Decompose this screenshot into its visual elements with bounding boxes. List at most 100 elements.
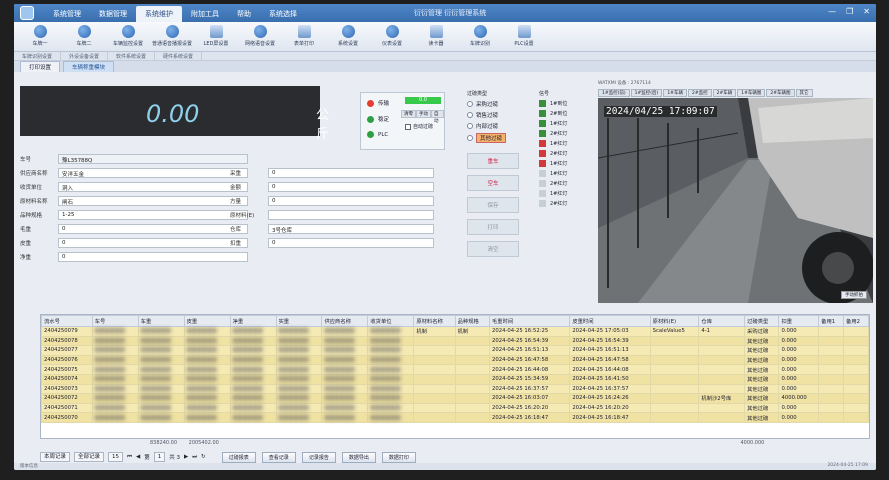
last-page-button[interactable]: ⏭ [192, 454, 197, 461]
table-row[interactable]: 2404250072 ■■■■■■ ■■■■■■ ■■■■■■ ■■■■■■ ■■■■■■… [41, 393, 869, 404]
report-button[interactable]: 记录报告 [301, 451, 336, 463]
action-button[interactable]: 空车 [467, 175, 519, 191]
ribbon-button[interactable]: 车牌一 [18, 25, 62, 51]
column-header[interactable]: 流水号 [41, 315, 93, 327]
field-input[interactable]: 安洋五金 [58, 168, 248, 178]
field-input[interactable]: 0 [268, 182, 434, 192]
field-input[interactable]: 0 [268, 238, 434, 248]
field-input[interactable]: 洞入 [58, 182, 248, 192]
table-row[interactable]: 2404250074 ■■■■■■ ■■■■■■ ■■■■■■ ■■■■■■ ■■■■■■… [41, 373, 869, 385]
table-row[interactable]: 2404250071 ■■■■■■ ■■■■■■ ■■■■■■ ■■■■■■ ■■■■■■… [41, 402, 869, 414]
ribbon-button[interactable]: 普通语音播报设置 [150, 25, 194, 51]
ribbon-button[interactable]: 仪表设置 [370, 25, 414, 51]
page-input[interactable]: 1 [153, 452, 166, 462]
table-row[interactable]: 2404250070 ■■■■■■ ■■■■■■ ■■■■■■ ■■■■■■ ■■■■■■… [41, 412, 869, 423]
action-button[interactable]: 清空 [467, 241, 519, 257]
column-header[interactable]: 净重 [229, 315, 277, 327]
menu-item[interactable]: 系统选择 [260, 6, 306, 22]
weigh-type-option[interactable]: 采购过磅 [467, 100, 527, 108]
ribbon-button[interactable]: LED屏设置 [194, 25, 238, 51]
column-header[interactable]: 收货单位 [367, 315, 415, 327]
field-input[interactable]: 0 [58, 252, 248, 262]
period-filter-select[interactable]: 本周记录 [40, 452, 71, 462]
camera-tab[interactable]: 1#监控(后) [630, 89, 663, 97]
camera-tab[interactable]: 2#车辆图 [766, 89, 795, 97]
report-button[interactable]: 查看记录 [261, 451, 296, 463]
camera-tab[interactable]: 1#车辆 [663, 89, 687, 97]
ribbon-button[interactable]: 车牌二 [62, 25, 106, 51]
ribbon-button[interactable]: 表单打印 [282, 25, 326, 51]
maximize-button[interactable]: ❐ [846, 7, 853, 16]
report-button[interactable]: 过磅报表 [221, 451, 256, 463]
camera-tab[interactable]: 2#车辆 [712, 89, 737, 97]
next-page-button[interactable]: ▶ [184, 454, 188, 460]
camera-tab[interactable]: 1#车辆图 [737, 89, 766, 97]
table-row[interactable]: 2404250075 ■■■■■■ ■■■■■■ ■■■■■■ ■■■■■■ ■■■■■■… [41, 364, 869, 375]
column-header[interactable]: 毛重时间 [488, 315, 571, 327]
column-header[interactable]: 皮重时间 [569, 315, 651, 327]
ribbon-button[interactable]: 车辆监控设置 [106, 25, 150, 51]
report-button[interactable]: 数据导出 [341, 451, 376, 463]
table-row[interactable]: 2404250078 ■■■■■■ ■■■■■■ ■■■■■■ ■■■■■■ ■■■■■■… [41, 335, 869, 347]
column-header[interactable]: 实重 [275, 315, 323, 327]
close-button[interactable]: ✕ [863, 7, 870, 16]
column-header[interactable]: 原材料名称 [413, 315, 456, 327]
document-tab[interactable]: 打印设置 [20, 61, 61, 72]
menu-item[interactable]: 数据管理 [90, 6, 136, 22]
field-input[interactable]: 0 [268, 196, 434, 206]
ribbon-button[interactable]: 读卡器 [414, 25, 458, 51]
scale-mode-button[interactable]: 自动 [431, 110, 444, 124]
column-header[interactable]: 仓库 [698, 315, 746, 327]
table-row[interactable]: 2404250076 ■■■■■■ ■■■■■■ ■■■■■■ ■■■■■■ ■■■■■■… [41, 354, 869, 366]
prev-page-button[interactable]: ◀ [136, 454, 140, 460]
action-button[interactable]: 打印 [467, 219, 519, 235]
menu-item[interactable]: 帮助 [228, 6, 260, 22]
action-button[interactable]: 保存 [467, 197, 519, 213]
table-row[interactable]: 2404250073 ■■■■■■ ■■■■■■ ■■■■■■ ■■■■■■ ■■■■■■… [41, 383, 869, 395]
field-input[interactable]: 0 [268, 168, 434, 178]
scope-filter-select[interactable]: 全部记录 [74, 452, 105, 462]
column-header[interactable]: 过磅类型 [744, 315, 780, 327]
ribbon-button[interactable]: 网络语音设置 [238, 25, 282, 51]
column-header[interactable]: 供应商名称 [321, 315, 369, 327]
column-header[interactable]: 车重 [137, 315, 185, 327]
column-header[interactable]: 车号 [91, 315, 139, 327]
camera-tab[interactable]: 1#监控(前) [598, 89, 630, 97]
ribbon-button[interactable]: 车牌识别 [458, 25, 502, 51]
action-button[interactable]: 重车 [467, 153, 519, 169]
auto-weigh-checkbox[interactable] [405, 123, 411, 130]
menu-item[interactable]: 系统管理 [44, 6, 90, 22]
capture-button[interactable]: 手动抓拍 [841, 291, 867, 299]
refresh-button[interactable]: ↻ [201, 454, 206, 460]
camera-tab[interactable]: 2#监控 [687, 89, 712, 97]
field-input[interactable]: 豫L35788Q [58, 154, 248, 164]
minimize-button[interactable]: — [828, 7, 836, 16]
field-input[interactable]: 闸石 [58, 196, 248, 206]
weigh-type-option[interactable]: 其他过磅 [467, 133, 527, 143]
table-row[interactable]: 2404250079 ■■■■■■ ■■■■■■ ■■■■■■ ■■■■■■ ■■■■■■… [41, 326, 869, 337]
field-input[interactable]: 1-25 [58, 210, 248, 220]
report-button[interactable]: 数据打印 [381, 451, 416, 463]
field-input[interactable]: 3号仓库 [268, 224, 434, 234]
page-size-select[interactable]: 15 [108, 452, 124, 462]
column-header[interactable]: 皮重 [183, 315, 231, 327]
menu-item[interactable]: 附加工具 [182, 6, 228, 22]
first-page-button[interactable]: ⏮ [127, 454, 132, 461]
column-header[interactable]: 品种规格 [454, 315, 490, 327]
menu-item[interactable]: 系统维护 [136, 6, 182, 22]
column-header[interactable]: 扣重 [778, 315, 820, 327]
scale-mode-button[interactable]: 清零 [401, 110, 416, 118]
field-input[interactable]: 0 [58, 224, 248, 234]
scale-mode-button[interactable]: 手动 [416, 110, 431, 118]
ribbon-button[interactable]: PLC设置 [502, 25, 546, 51]
camera-tab[interactable]: 其它 [795, 89, 813, 97]
field-input[interactable] [268, 210, 434, 220]
column-header[interactable]: 备用1 [818, 315, 845, 327]
weigh-type-option[interactable]: 销售过磅 [467, 111, 527, 119]
column-header[interactable]: 备用2 [843, 315, 869, 327]
ribbon-button[interactable]: 系统设置 [326, 25, 370, 51]
field-input[interactable]: 0 [58, 238, 248, 248]
table-row[interactable]: 2404250077 ■■■■■■ ■■■■■■ ■■■■■■ ■■■■■■ ■■■■■■… [41, 345, 869, 356]
document-tab[interactable]: 车辆称重模块 [63, 61, 115, 72]
column-header[interactable]: 原材料(E) [649, 315, 700, 327]
